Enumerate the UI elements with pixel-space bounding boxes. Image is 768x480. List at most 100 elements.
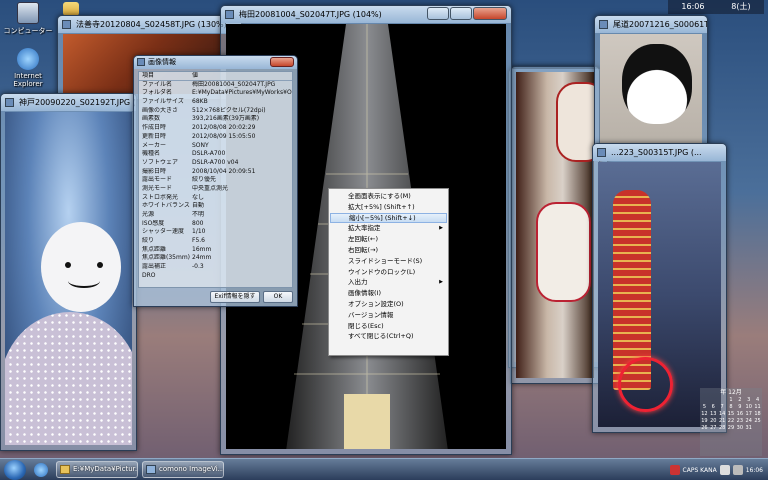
menu-item-label: 入出力	[348, 278, 368, 287]
info-table-header: 項目 値	[139, 72, 292, 81]
dialog-title: 画像情報	[148, 58, 176, 66]
menu-item[interactable]: 閉じる(Esc)	[329, 321, 448, 332]
calendar-day: 7	[720, 404, 724, 410]
title-bar[interactable]: ...223_S00315T.JPG (...	[593, 144, 726, 161]
info-row: シャッター速度 1/10	[139, 228, 292, 237]
info-row: ストロボ発光 なし	[139, 194, 292, 203]
snowman-head-graphic	[41, 222, 121, 312]
menu-item[interactable]: バージョン情報	[329, 310, 448, 321]
ime-status[interactable]: CAPS KANA	[683, 467, 717, 474]
menu-item[interactable]: 左回転(←)	[329, 234, 448, 245]
calendar-day: 23	[736, 418, 744, 424]
snowman-eye-graphic	[65, 262, 71, 268]
info-key: ファイル名	[142, 80, 173, 88]
taskbar-button-imageviewer[interactable]: comono ImageVi...	[142, 461, 224, 478]
info-value: 800	[192, 219, 204, 227]
start-button[interactable]	[4, 460, 26, 480]
menu-item[interactable]: すべて閉じる(Ctrl+Q)	[329, 331, 448, 342]
info-row: 画素数 393,216画素(39万画素)	[139, 115, 292, 124]
info-key: ファイルサイズ	[142, 98, 184, 106]
calendar-day: 17	[745, 411, 752, 417]
info-value: 512×768ピクセル(72dpi)	[192, 106, 266, 114]
dialog-title-bar[interactable]: 画像情報	[134, 56, 297, 69]
context-menu[interactable]: 全画面表示にする(M) 拡大[+5%] (Shift+↑) 縮小[−5%] (Shi…	[328, 188, 449, 356]
menu-item[interactable]: 縮小[−5%] (Shift+↓)	[330, 212, 447, 224]
close-button[interactable]	[473, 7, 507, 20]
image-window-cat[interactable]: 尾道20071216_S00061T.JPG (44%)	[594, 15, 708, 150]
app-icon	[62, 20, 71, 29]
calendar-day: 10	[745, 404, 752, 410]
menu-item[interactable]: 拡大[+5%] (Shift+↑)	[329, 202, 448, 213]
clock-gadget: 16:06 8(土)	[668, 0, 764, 14]
ime-icon[interactable]	[669, 465, 680, 475]
app-icon	[5, 98, 14, 107]
desktop-icon-computer[interactable]: コンピューター	[0, 2, 56, 36]
info-row: 撮影日時 2008/10/04 20:09:51	[139, 168, 292, 177]
info-value: 24mm	[192, 254, 212, 262]
cat-graphic	[622, 44, 692, 124]
calendar-title: 年 12月	[720, 389, 742, 396]
menu-item[interactable]: 拡大率指定 ▶	[329, 223, 448, 234]
menu-item[interactable]: ウインドウのロック(L)	[329, 267, 448, 278]
info-key: 測光モード	[142, 184, 173, 192]
calendar-day: 19	[701, 418, 708, 424]
info-value: 不明	[192, 211, 205, 218]
clock-date: 8(土)	[731, 2, 751, 11]
ok-button[interactable]: OK	[263, 291, 293, 303]
info-row: ホワイトバランス 自動	[139, 202, 292, 211]
calendar-day: 28	[718, 425, 726, 431]
image-window-lantern[interactable]	[510, 66, 600, 384]
info-value: 2012/08/08 20:02:29	[192, 124, 256, 132]
info-key: 更新日時	[142, 132, 167, 140]
calendar-day: 11	[754, 404, 761, 410]
calendar-day: 20	[710, 418, 717, 424]
title-bar[interactable]: 神戸20090220_S02192T.JPG (80%)	[1, 94, 136, 111]
neon-sign-graphic	[618, 357, 673, 412]
info-key: DRO	[142, 271, 156, 279]
title-bar[interactable]: 尾道20071216_S00061T.JPG (44%)	[595, 16, 707, 33]
app-icon	[225, 10, 234, 19]
info-key: ISO感度	[142, 219, 165, 227]
info-key: メーカー	[142, 141, 167, 149]
desktop-icon-ie[interactable]: Internet Explorer	[0, 48, 56, 88]
photo[interactable]	[600, 34, 702, 144]
info-key: 露出モード	[142, 176, 173, 184]
info-key: ソフトウェア	[142, 158, 179, 166]
menu-item[interactable]: 右回転(→)	[329, 245, 448, 256]
title-bar[interactable]: 梅田20081004_S02047T.JPG (104%)	[221, 6, 511, 23]
info-value: 393,216画素(39万画素)	[192, 115, 260, 123]
image-window-kobe[interactable]: 神戸20090220_S02192T.JPG (80%)	[0, 93, 137, 451]
info-key: フォルダ名	[142, 89, 173, 97]
window-title: ...223_S00315T.JPG (...	[611, 148, 702, 157]
image-info-dialog[interactable]: 画像情報 項目 値 ファイル名 梅田20081004_S02047T.JPG フォル…	[133, 55, 298, 307]
computer-icon	[17, 2, 39, 24]
calendar-day: 9	[738, 404, 742, 410]
info-row: ソフトウェア DSLR-A700 v04	[139, 159, 292, 168]
maximize-button[interactable]	[450, 7, 472, 20]
info-value: SONY	[192, 141, 209, 149]
calendar-day: 15	[727, 411, 735, 417]
photo[interactable]	[516, 72, 594, 378]
title-bar[interactable]: 法善寺20120804_S02458T.JPG (130%)	[58, 16, 241, 33]
window-title: 尾道20071216_S00061T.JPG (44%)	[613, 20, 707, 29]
column-header-value: 値	[192, 72, 199, 79]
minimize-button[interactable]	[427, 7, 449, 20]
menu-item[interactable]: スライドショーモード(S)	[329, 256, 448, 267]
close-button[interactable]	[270, 57, 294, 67]
volume-icon[interactable]	[732, 465, 743, 475]
menu-item[interactable]: オプション設定(O)	[329, 299, 448, 310]
tray-clock[interactable]: 16:06	[746, 467, 766, 474]
hide-exif-button[interactable]: Exif情報を隠す	[210, 291, 260, 303]
info-key: ストロボ発光	[142, 193, 179, 201]
menu-item[interactable]: 画像情報(I)	[329, 288, 448, 299]
network-icon[interactable]	[719, 465, 730, 475]
info-row: 露出モード 絞り優先	[139, 176, 292, 185]
photo[interactable]	[5, 112, 132, 445]
menu-item-label: すべて閉じる(Ctrl+Q)	[348, 332, 414, 341]
menu-item[interactable]: 全画面表示にする(M)	[329, 191, 448, 202]
calendar-day: 2	[738, 397, 742, 403]
calendar-grid: 1 2 3 4 5 6 7 8 9 10 11 12 13 14 15 16 17 18 19 20 21 22 23 24 2…	[700, 397, 762, 431]
menu-item[interactable]: 入出力 ▶	[329, 277, 448, 288]
ie-taskbar-icon[interactable]	[34, 463, 48, 477]
taskbar-button-explorer[interactable]: E:¥MyData¥Pictur...	[56, 461, 138, 478]
